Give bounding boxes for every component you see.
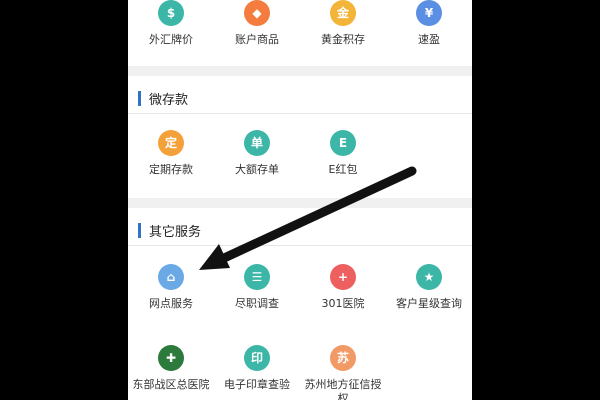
other-services-panel: 其它服务 ⌂ 网点服务 ☰ 尽职调查 + 301医院 ★ 客户星级查询 ✚ 东部… — [128, 208, 472, 400]
service-label: 定期存款 — [149, 163, 193, 176]
east-hospital-icon: ✚ — [158, 345, 184, 371]
service-fixed-deposit[interactable]: 定 定期存款 — [128, 130, 214, 177]
fixed-deposit-icon: 定 — [158, 130, 184, 156]
service-east-hospital[interactable]: ✚ 东部战区总医院 — [128, 345, 214, 400]
service-label: 客户星级查询 — [396, 297, 462, 310]
service-label: 苏州地方征信授权 — [304, 378, 382, 400]
phone-screen: $ 外汇牌价 ◆ 账户商品 金 黄金积存 ¥ 速盈 微存款 定 定期存款 单 大… — [128, 0, 472, 400]
star-query-icon: ★ — [416, 264, 442, 290]
large-deposit-icon: 单 — [244, 130, 270, 156]
service-label: 网点服务 — [149, 297, 193, 310]
other-services-header: 其它服务 — [128, 215, 472, 246]
service-branch[interactable]: ⌂ 网点服务 — [128, 264, 214, 311]
service-label: 301医院 — [321, 297, 365, 310]
service-label: 黄金积存 — [321, 33, 365, 46]
gift-icon: ◆ — [244, 0, 270, 26]
section-accent-bar — [138, 222, 141, 238]
gold-icon: 金 — [330, 0, 356, 26]
micro-deposit-panel: 微存款 定 定期存款 单 大额存单 E E红包 — [128, 76, 472, 198]
service-gold-accumulation[interactable]: 金 黄金积存 — [300, 0, 386, 47]
quick-profit-icon: ¥ — [416, 0, 442, 26]
service-label: 尽职调查 — [235, 297, 279, 310]
service-label: 大额存单 — [235, 163, 279, 176]
survey-icon: ☰ — [244, 264, 270, 290]
service-quick-profit[interactable]: ¥ 速盈 — [386, 0, 472, 47]
service-e-red-packet[interactable]: E E红包 — [300, 130, 386, 177]
micro-deposit-header: 微存款 — [128, 83, 472, 114]
service-exchange-rate[interactable]: $ 外汇牌价 — [128, 0, 214, 47]
credit-auth-icon: 苏 — [330, 345, 356, 371]
service-label: E红包 — [328, 163, 358, 176]
service-301-hospital[interactable]: + 301医院 — [300, 264, 386, 311]
service-label: 外汇牌价 — [149, 33, 193, 46]
service-credit-auth[interactable]: 苏 苏州地方征信授权 — [300, 345, 386, 400]
service-label: 东部战区总医院 — [132, 378, 210, 391]
seal-check-icon: 印 — [244, 345, 270, 371]
service-label: 速盈 — [418, 33, 440, 46]
service-customer-star[interactable]: ★ 客户星级查询 — [386, 264, 472, 311]
branch-icon: ⌂ — [158, 264, 184, 290]
top-services-panel: $ 外汇牌价 ◆ 账户商品 金 黄金积存 ¥ 速盈 — [128, 0, 472, 66]
hospital-icon: + — [330, 264, 356, 290]
section-title: 微存款 — [149, 92, 189, 108]
service-account-goods[interactable]: ◆ 账户商品 — [214, 0, 300, 47]
section-accent-bar — [138, 90, 141, 106]
red-packet-icon: E — [330, 130, 356, 156]
service-large-deposit[interactable]: 单 大额存单 — [214, 130, 300, 177]
service-seal-check[interactable]: 印 电子印章查验 — [214, 345, 300, 400]
service-label: 电子印章查验 — [224, 378, 290, 391]
section-title: 其它服务 — [149, 224, 202, 240]
service-label: 账户商品 — [235, 33, 279, 46]
exchange-rate-icon: $ — [158, 0, 184, 26]
service-due-diligence[interactable]: ☰ 尽职调查 — [214, 264, 300, 311]
